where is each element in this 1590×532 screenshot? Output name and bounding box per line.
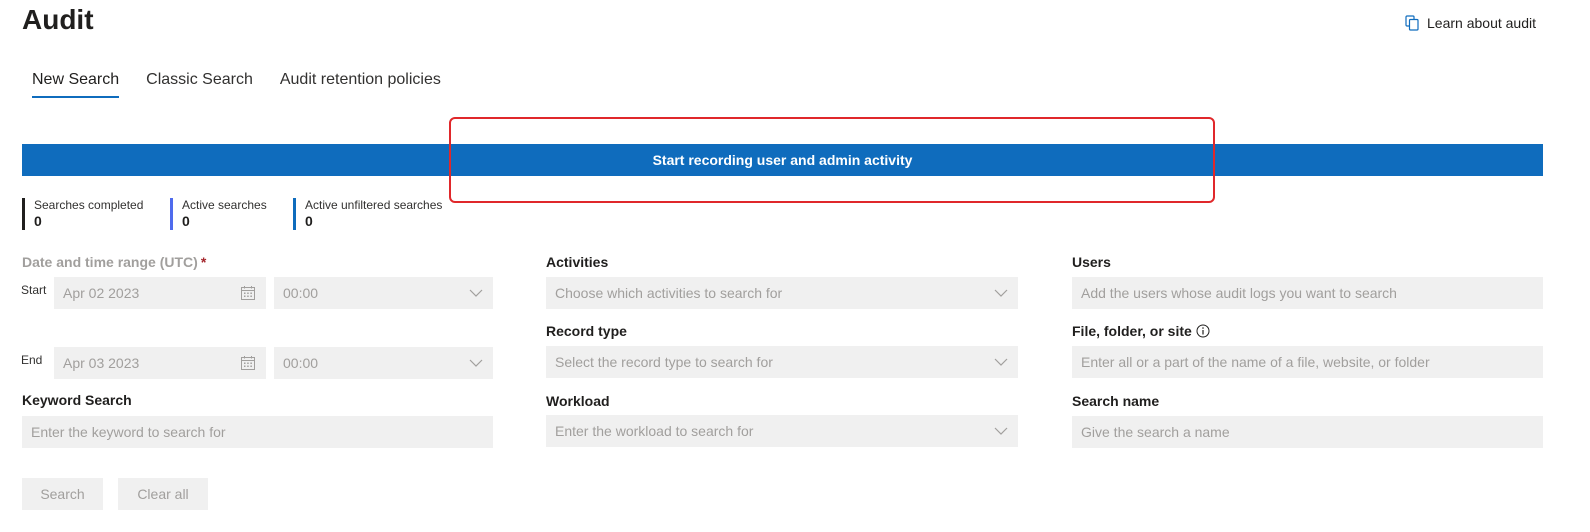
end-label: End: [21, 353, 43, 367]
start-label: Start: [21, 283, 47, 297]
required-marker: *: [200, 254, 207, 270]
activities-placeholder: Choose which activities to search for: [555, 285, 783, 301]
keyword-search-placeholder: Enter the keyword to search for: [31, 424, 226, 440]
tab-classic-search[interactable]: Classic Search: [136, 68, 263, 98]
search-name-label: Search name: [1072, 393, 1160, 409]
end-date-value: Apr 03 2023: [63, 355, 140, 371]
file-folder-site-placeholder: Enter all or a part of the name of a fil…: [1081, 354, 1430, 370]
activities-dropdown[interactable]: Choose which activities to search for: [546, 277, 1018, 309]
tab-bar: New Search Classic Search Audit retentio…: [22, 68, 458, 98]
end-time-dropdown[interactable]: 00:00: [274, 347, 493, 379]
stat-value: 0: [305, 213, 313, 229]
stat-label: Searches completed: [34, 198, 144, 212]
chevron-down-icon: [469, 359, 483, 367]
keyword-search-label: Keyword Search: [22, 392, 132, 408]
file-folder-site-input[interactable]: Enter all or a part of the name of a fil…: [1072, 346, 1543, 378]
stat-label: Active searches: [182, 198, 267, 212]
users-placeholder: Add the users whose audit logs you want …: [1081, 285, 1397, 301]
workload-dropdown[interactable]: Enter the workload to search for: [546, 415, 1018, 447]
stat-active-unfiltered-searches: Active unfiltered searches 0: [293, 198, 442, 230]
date-range-label-text: Date and time range (UTC): [22, 254, 198, 270]
chevron-down-icon: [469, 289, 483, 297]
learn-about-audit-label: Learn about audit: [1427, 15, 1536, 31]
calendar-icon: [240, 355, 256, 371]
file-folder-site-label-text: File, folder, or site: [1072, 323, 1192, 339]
stat-searches-completed: Searches completed 0: [22, 198, 143, 230]
start-date-value: Apr 02 2023: [63, 285, 140, 301]
start-recording-button[interactable]: Start recording user and admin activity: [22, 144, 1543, 176]
chevron-down-icon: [994, 358, 1008, 366]
chevron-down-icon: [994, 289, 1008, 297]
end-time-value: 00:00: [283, 355, 319, 371]
record-type-dropdown[interactable]: Select the record type to search for: [546, 346, 1018, 378]
end-date-picker[interactable]: Apr 03 2023: [54, 347, 266, 379]
users-input[interactable]: Add the users whose audit logs you want …: [1072, 277, 1543, 309]
clear-all-button[interactable]: Clear all: [118, 478, 208, 510]
info-icon[interactable]: [1196, 324, 1210, 338]
date-range-label: Date and time range (UTC) *: [22, 254, 206, 270]
learn-about-audit-link[interactable]: Learn about audit: [1405, 15, 1536, 31]
start-time-value: 00:00: [283, 285, 319, 301]
users-label: Users: [1072, 254, 1111, 270]
record-type-label: Record type: [546, 323, 627, 339]
search-button[interactable]: Search: [22, 478, 103, 510]
file-folder-site-label: File, folder, or site: [1072, 323, 1210, 339]
chevron-down-icon: [994, 427, 1008, 435]
stat-active-searches: Active searches 0: [170, 198, 267, 230]
workload-placeholder: Enter the workload to search for: [555, 423, 754, 439]
start-date-picker[interactable]: Apr 02 2023: [54, 277, 266, 309]
calendar-icon: [240, 285, 256, 301]
document-copy-icon: [1405, 15, 1420, 31]
workload-label: Workload: [546, 393, 610, 409]
record-type-placeholder: Select the record type to search for: [555, 354, 773, 370]
page-title: Audit: [22, 4, 94, 35]
keyword-search-input[interactable]: Enter the keyword to search for: [22, 416, 493, 448]
stat-value: 0: [34, 213, 42, 229]
start-time-dropdown[interactable]: 00:00: [274, 277, 493, 309]
activities-label: Activities: [546, 254, 609, 270]
stat-value: 0: [182, 213, 190, 229]
tab-audit-retention-policies[interactable]: Audit retention policies: [270, 68, 451, 98]
tab-new-search[interactable]: New Search: [22, 68, 129, 98]
search-name-placeholder: Give the search a name: [1081, 424, 1230, 440]
stat-label: Active unfiltered searches: [305, 198, 443, 212]
search-name-input[interactable]: Give the search a name: [1072, 416, 1543, 448]
